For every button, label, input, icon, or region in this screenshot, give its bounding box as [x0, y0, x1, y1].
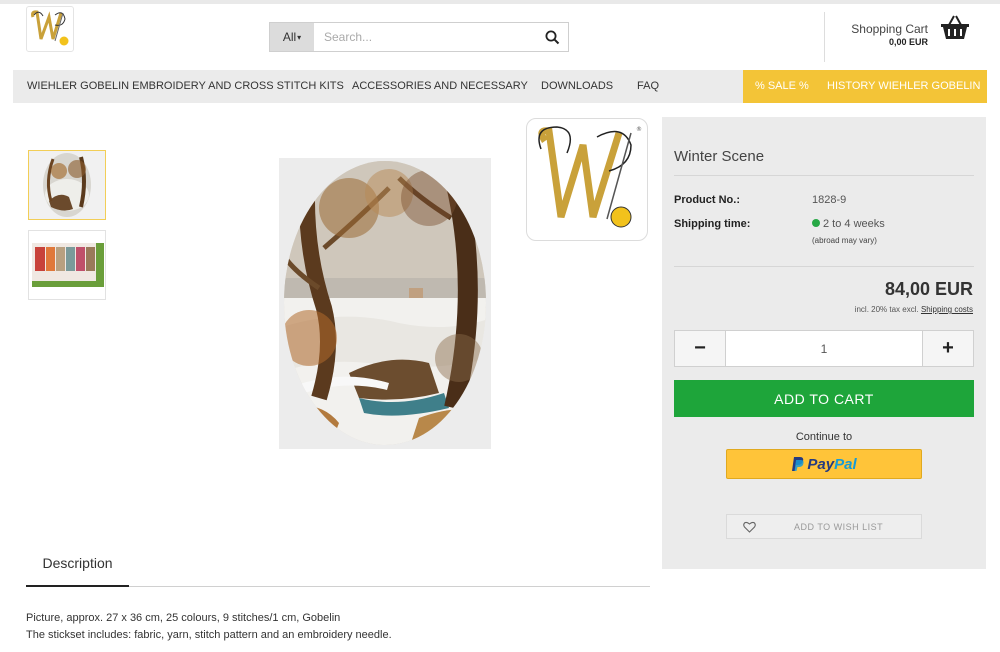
wishlist-label: ADD TO WISH LIST	[794, 521, 884, 532]
product-info-panel: Winter Scene Product No.: 1828-9 Shippin…	[662, 117, 986, 569]
shipping-time-label: Shipping time:	[674, 218, 751, 230]
nav-item-accessories[interactable]: ACCESSORIES AND NECESSARY	[352, 70, 528, 103]
heart-icon	[743, 521, 756, 533]
search-bar: All ▾	[269, 22, 569, 52]
divider	[674, 175, 974, 176]
search-category-label: All	[282, 30, 297, 44]
main-navigation: WIEHLER GOBELIN EMBROIDERY AND CROSS STI…	[13, 70, 987, 103]
svg-text:®: ®	[636, 126, 642, 133]
nav-item-embroidery-kits[interactable]: WIEHLER GOBELIN EMBROIDERY AND CROSS STI…	[27, 70, 344, 103]
search-icon	[545, 30, 559, 44]
thumbnail-kit-contents[interactable]	[28, 230, 106, 300]
caret-down-icon: ▾	[297, 32, 302, 42]
thumbnail-winter-scene[interactable]	[28, 150, 106, 220]
product-title: Winter Scene	[674, 148, 765, 165]
nav-item-faq[interactable]: FAQ	[637, 70, 659, 103]
tab-active-indicator	[26, 585, 129, 587]
search-input[interactable]	[314, 23, 536, 51]
paypal-wordmark-pal: Pal	[834, 455, 857, 473]
brand-logo-badge: ®	[526, 118, 648, 241]
cart-label: Shopping Cart	[851, 22, 928, 36]
tax-note: incl. 20% tax excl. Shipping costs	[855, 305, 973, 314]
nav-item-history[interactable]: HISTORY WIEHLER GOBELIN	[827, 70, 980, 103]
divider	[674, 266, 974, 267]
product-number-label: Product No.:	[674, 194, 740, 206]
shopping-basket-icon[interactable]	[940, 14, 970, 45]
tax-note-text: incl. 20% tax excl.	[854, 305, 919, 314]
nav-item-sale[interactable]: % SALE %	[755, 70, 809, 103]
continue-to-label: Continue to	[795, 431, 853, 443]
availability-dot-icon	[812, 219, 820, 227]
product-image[interactable]	[279, 158, 491, 449]
nav-item-downloads[interactable]: DOWNLOADS	[541, 70, 613, 103]
description-line-2: The stickset includes: fabric, yarn, sti…	[26, 629, 392, 641]
add-to-wishlist-button[interactable]: ADD TO WISH LIST	[726, 514, 922, 539]
paypal-wordmark-pay: Pay	[807, 455, 835, 473]
add-to-cart-button[interactable]: ADD TO CART	[674, 380, 974, 417]
search-button[interactable]	[536, 23, 568, 51]
paypal-button[interactable]: Pay Pal	[726, 449, 922, 479]
shipping-time-text: 2 to 4 weeks	[823, 218, 885, 230]
nav-highlight: % SALE % HISTORY WIEHLER GOBELIN	[743, 70, 987, 103]
search-category-select[interactable]: All ▾	[270, 23, 314, 51]
paypal-p-icon	[792, 457, 804, 471]
shipping-note: (abroad may vary)	[812, 236, 877, 245]
increase-quantity-button[interactable]: +	[923, 331, 973, 366]
quantity-stepper: − +	[674, 330, 974, 367]
description-line-1: Picture, approx. 27 x 36 cm, 25 colours,…	[26, 612, 341, 624]
site-logo[interactable]	[26, 6, 74, 52]
header-separator	[824, 12, 825, 62]
cart-total: 0,00 EUR	[888, 37, 928, 47]
product-price: 84,00 EUR	[884, 279, 973, 299]
product-number-value: 1828-9	[812, 194, 847, 206]
top-border	[0, 0, 1000, 4]
shipping-costs-link[interactable]: Shipping costs	[921, 305, 973, 314]
quantity-input[interactable]	[725, 331, 923, 366]
decrease-quantity-button[interactable]: −	[675, 331, 725, 366]
tab-description[interactable]: Description	[26, 548, 129, 587]
shipping-time-value: 2 to 4 weeks	[812, 218, 885, 230]
shopping-cart[interactable]: Shopping Cart 0,00 EUR	[830, 22, 928, 47]
